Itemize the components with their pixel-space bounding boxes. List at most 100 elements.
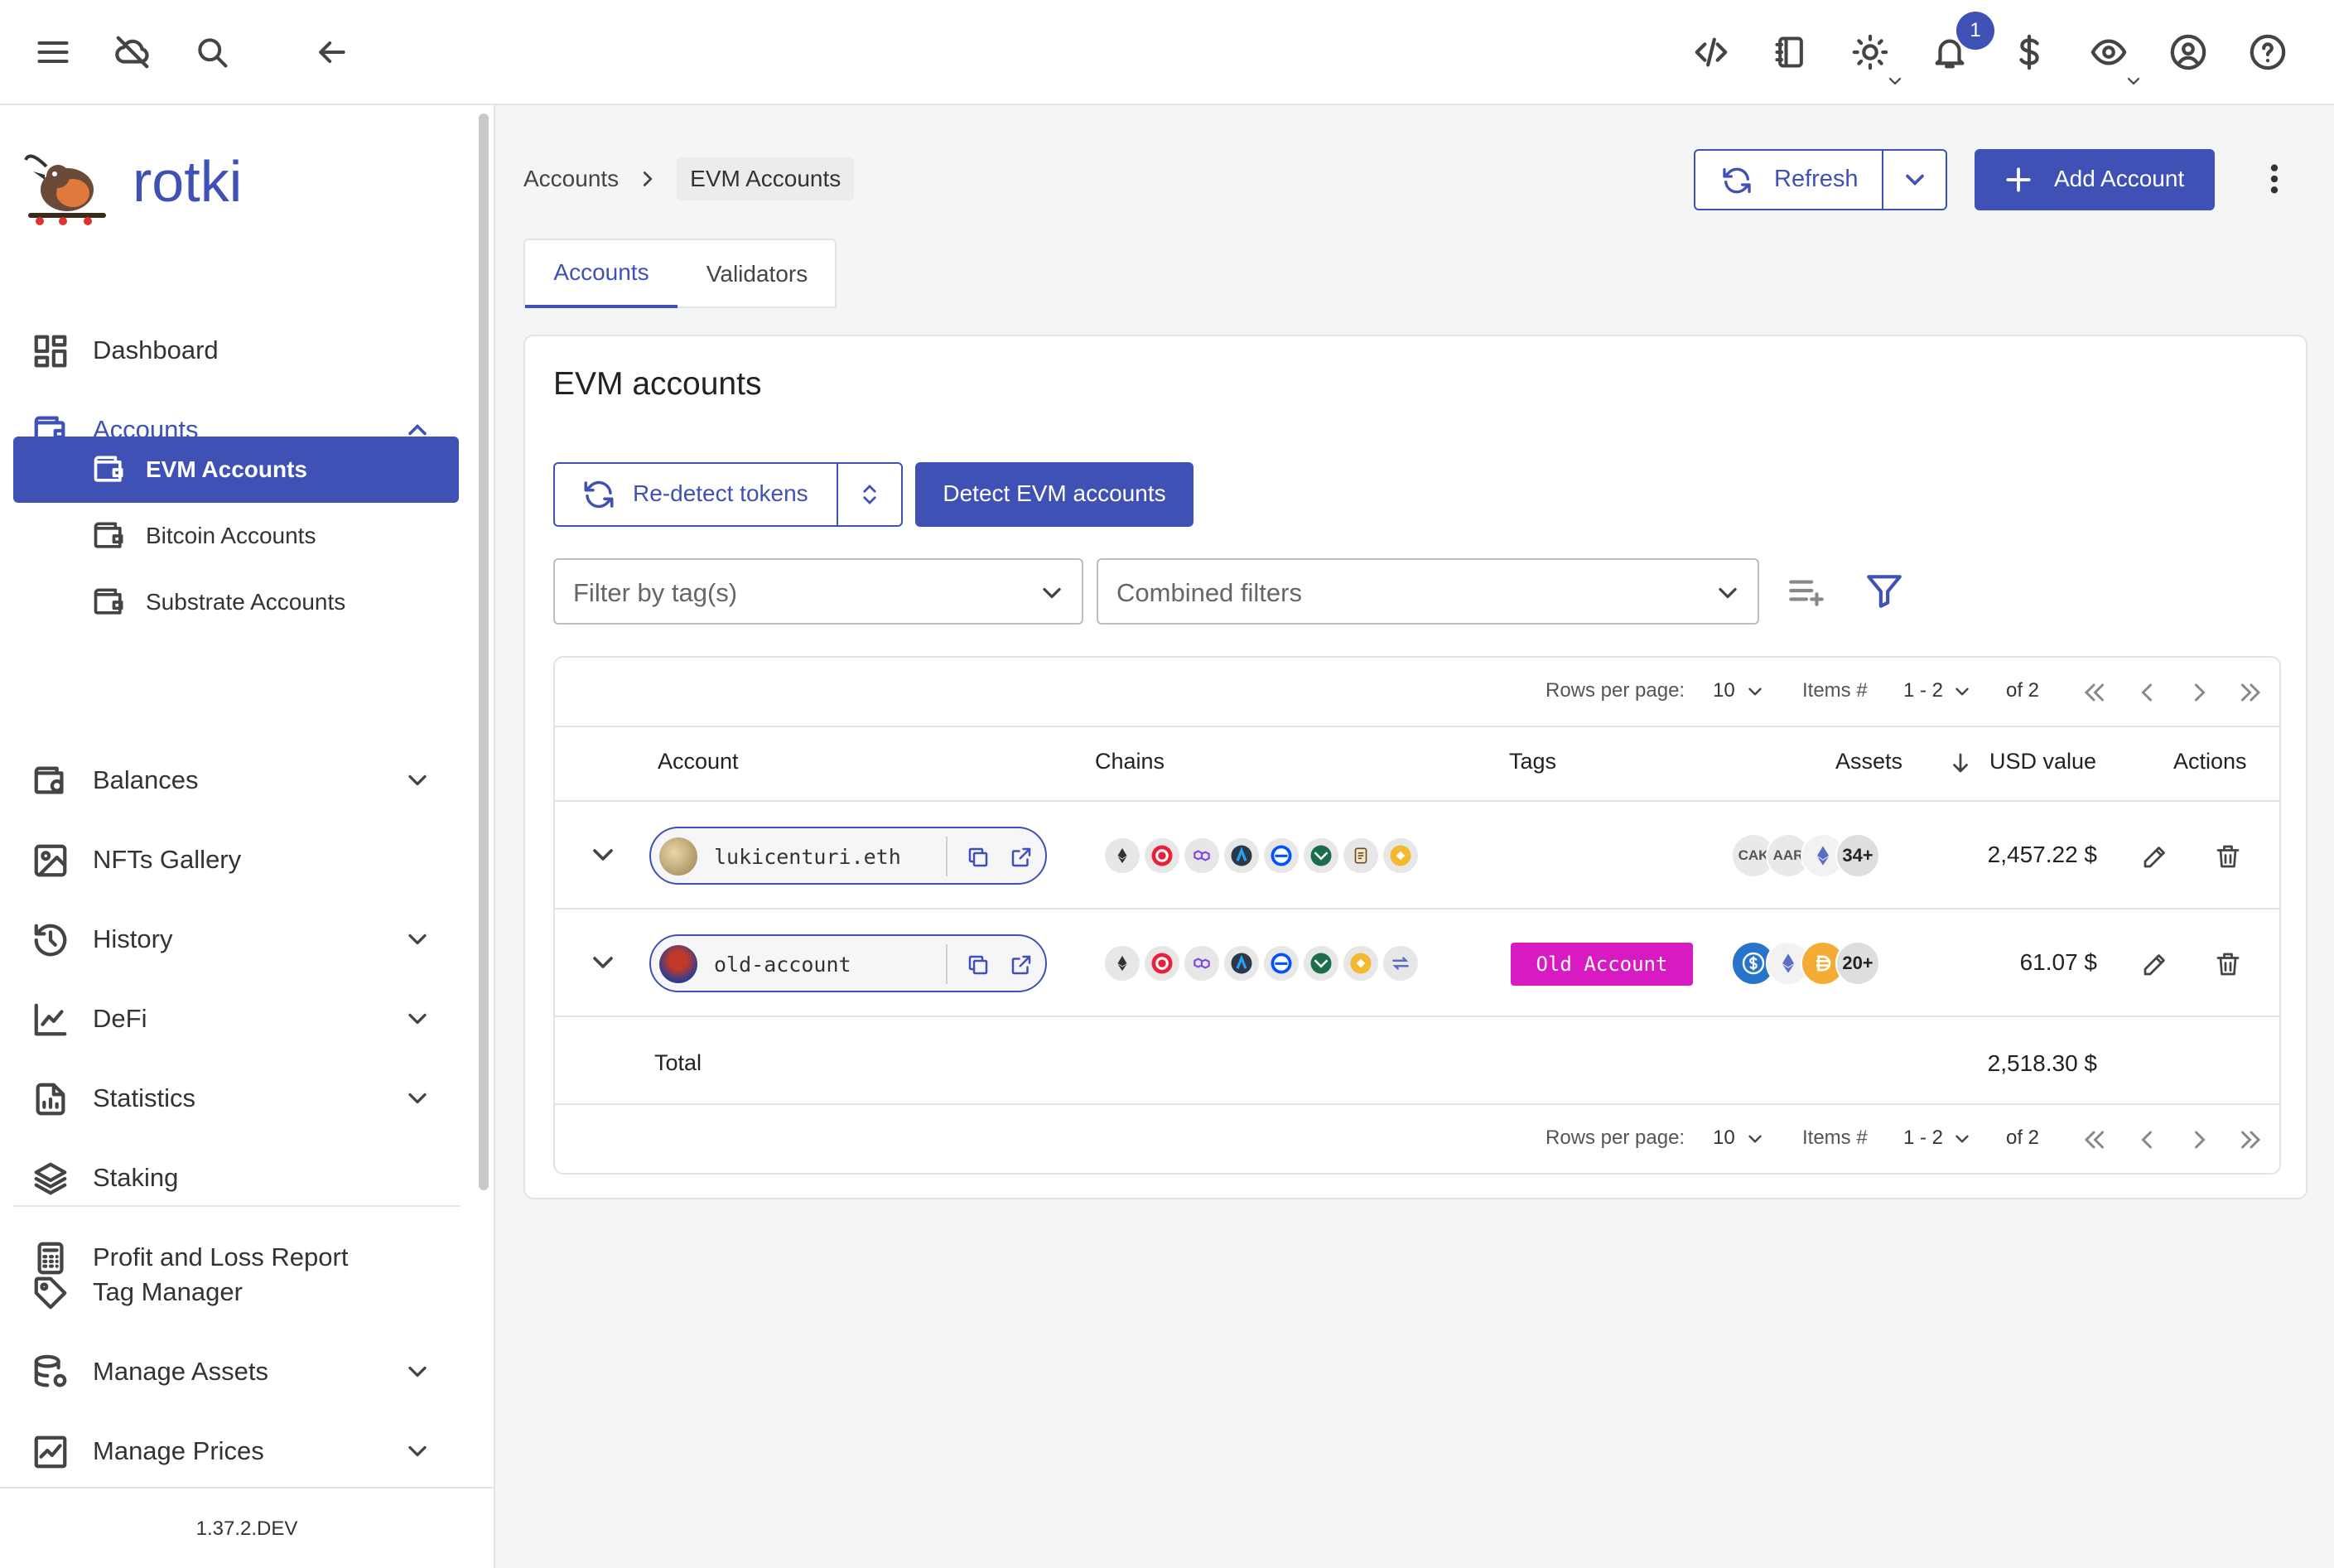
sidebar-scrollbar[interactable] — [479, 113, 489, 1190]
rows-per-page-value[interactable]: 10 — [1713, 1127, 1735, 1150]
cloud-off-icon[interactable] — [108, 27, 157, 77]
table-row: lukicenturi.eth CAK AAR 34+ 2,457.22 $ — [555, 802, 2279, 908]
sidebar-item-staking[interactable]: Staking — [13, 1145, 461, 1211]
chevron-down-icon[interactable] — [1951, 681, 1973, 702]
back-arrow-icon[interactable] — [306, 27, 356, 77]
chevron-down-icon — [408, 1445, 427, 1457]
tag-badge[interactable]: Old Account — [1511, 943, 1693, 986]
account-tabs: Accounts Validators — [523, 239, 837, 308]
sidebar-item-history[interactable]: History — [13, 906, 461, 972]
sidebar-item-tag-manager[interactable]: Tag Manager — [13, 1259, 461, 1325]
first-page-icon[interactable] — [2079, 1125, 2109, 1155]
combined-filters-placeholder: Combined filters — [1116, 578, 1302, 607]
filter-icon[interactable] — [1864, 570, 1905, 611]
items-range[interactable]: 1 - 2 — [1903, 679, 1943, 702]
chip-divider — [946, 944, 948, 984]
first-page-icon[interactable] — [2079, 678, 2109, 707]
delete-icon[interactable] — [2213, 842, 2243, 871]
refresh-label: Refresh — [1774, 166, 1859, 192]
gnosis-chain-icon — [1302, 944, 1340, 982]
sidebar-item-statistics[interactable]: Statistics — [13, 1065, 461, 1131]
sidebar-item-manage-assets[interactable]: Manage Assets — [13, 1339, 461, 1405]
sort-down-arrow-icon[interactable] — [1948, 750, 1973, 775]
help-icon[interactable] — [2243, 27, 2293, 77]
account-chip[interactable]: lukicenturi.eth — [649, 827, 1047, 885]
total-value: 2,518.30 $ — [1987, 1050, 2097, 1076]
column-header-assets: Assets — [1835, 749, 1903, 774]
redetect-label: Re-detect tokens — [633, 480, 808, 506]
account-chip[interactable]: old-account — [649, 934, 1047, 992]
refresh-icon — [1723, 167, 1751, 194]
edit-icon[interactable] — [2140, 949, 2170, 979]
notes-icon[interactable] — [1766, 27, 1816, 77]
previous-page-icon[interactable] — [2132, 678, 2162, 707]
tab-validators[interactable]: Validators — [679, 240, 835, 308]
breadcrumb-accounts[interactable]: Accounts — [523, 166, 619, 192]
sidebar-item-bitcoin-accounts[interactable]: Bitcoin Accounts — [13, 503, 459, 569]
sidebar-item-manage-prices[interactable]: Manage Prices — [13, 1418, 461, 1484]
sidebar-item-label: Balances — [93, 765, 199, 794]
delete-icon[interactable] — [2213, 949, 2243, 979]
sidebar: rotki Dashboard Accounts EVM Accounts Bi… — [0, 105, 495, 1568]
edit-icon[interactable] — [2140, 842, 2170, 871]
privacy-chevron-down-icon — [2127, 77, 2140, 85]
sidebar-item-label: History — [93, 924, 173, 953]
tab-accounts[interactable]: Accounts — [525, 240, 678, 308]
filter-tags-select[interactable]: Filter by tag(s) — [553, 558, 1083, 625]
add-account-button[interactable]: Add Account — [1975, 149, 2215, 210]
plus-icon — [2006, 167, 2031, 192]
currency-icon[interactable] — [2004, 27, 2054, 77]
search-icon[interactable] — [187, 27, 237, 77]
external-link-icon[interactable] — [1009, 953, 1034, 977]
sidebar-item-defi[interactable]: DeFi — [13, 986, 461, 1052]
arbitrum-chain-icon — [1222, 944, 1261, 982]
expand-chevron-icon[interactable] — [586, 946, 620, 979]
menu-icon[interactable] — [28, 27, 78, 77]
chevron-down-icon[interactable] — [1951, 1128, 1973, 1150]
next-page-icon[interactable] — [2185, 678, 2215, 707]
price-chart-gear-icon — [34, 1435, 67, 1469]
column-header-usd-value[interactable]: USD value — [1989, 749, 2096, 774]
column-settings-icon[interactable] — [1786, 570, 1827, 611]
rows-per-page-value[interactable]: 10 — [1713, 679, 1735, 702]
combined-filters-select[interactable]: Combined filters — [1097, 558, 1759, 625]
privacy-icon[interactable] — [2084, 27, 2134, 77]
sidebar-item-evm-accounts[interactable]: EVM Accounts — [13, 437, 459, 503]
detect-evm-accounts-button[interactable]: Detect EVM accounts — [915, 462, 1194, 527]
account-icon[interactable] — [2163, 27, 2213, 77]
more-assets-badge[interactable]: 34+ — [1835, 833, 1880, 878]
refresh-button[interactable]: Refresh — [1695, 151, 1882, 209]
redetect-tokens-button[interactable]: Re-detect tokens — [555, 464, 837, 525]
sidebar-item-nfts-gallery[interactable]: NFTs Gallery — [13, 827, 461, 893]
pagination-bottom: Rows per page: 10 Items # 1 - 2 of 2 — [555, 1105, 2279, 1173]
copy-icon[interactable] — [966, 845, 991, 870]
previous-page-icon[interactable] — [2132, 1125, 2162, 1155]
sidebar-item-label: EVM Accounts — [146, 456, 307, 482]
items-range[interactable]: 1 - 2 — [1903, 1127, 1943, 1150]
external-link-icon[interactable] — [1009, 845, 1034, 870]
code-icon[interactable] — [1686, 27, 1736, 77]
last-page-icon[interactable] — [2236, 1125, 2266, 1155]
rows-per-page-label: Rows per page: — [1546, 679, 1685, 702]
next-page-icon[interactable] — [2185, 1125, 2215, 1155]
sidebar-item-substrate-accounts[interactable]: Substrate Accounts — [13, 569, 459, 635]
last-page-icon[interactable] — [2236, 678, 2266, 707]
polygon-chain-icon — [1183, 944, 1221, 982]
column-header-tags: Tags — [1509, 749, 1557, 774]
redetect-options-button[interactable] — [838, 464, 901, 525]
chevron-down-icon[interactable] — [1744, 681, 1766, 702]
sidebar-item-dashboard[interactable]: Dashboard — [13, 317, 461, 384]
chevron-down-icon — [1905, 174, 1924, 186]
sidebar-item-label: Manage Assets — [93, 1357, 268, 1386]
theme-icon[interactable] — [1845, 27, 1895, 77]
table-divider — [555, 726, 2279, 727]
more-assets-badge[interactable]: 20+ — [1835, 941, 1880, 986]
sidebar-item-balances[interactable]: Balances — [13, 747, 461, 813]
chevron-down-icon[interactable] — [1744, 1128, 1766, 1150]
copy-icon[interactable] — [966, 953, 991, 977]
refresh-dropdown-button[interactable] — [1883, 151, 1946, 209]
card-title: EVM accounts — [553, 366, 762, 402]
page-total: of 2 — [2006, 1127, 2040, 1149]
expand-chevron-icon[interactable] — [586, 838, 620, 871]
more-options-icon[interactable] — [2256, 157, 2293, 200]
